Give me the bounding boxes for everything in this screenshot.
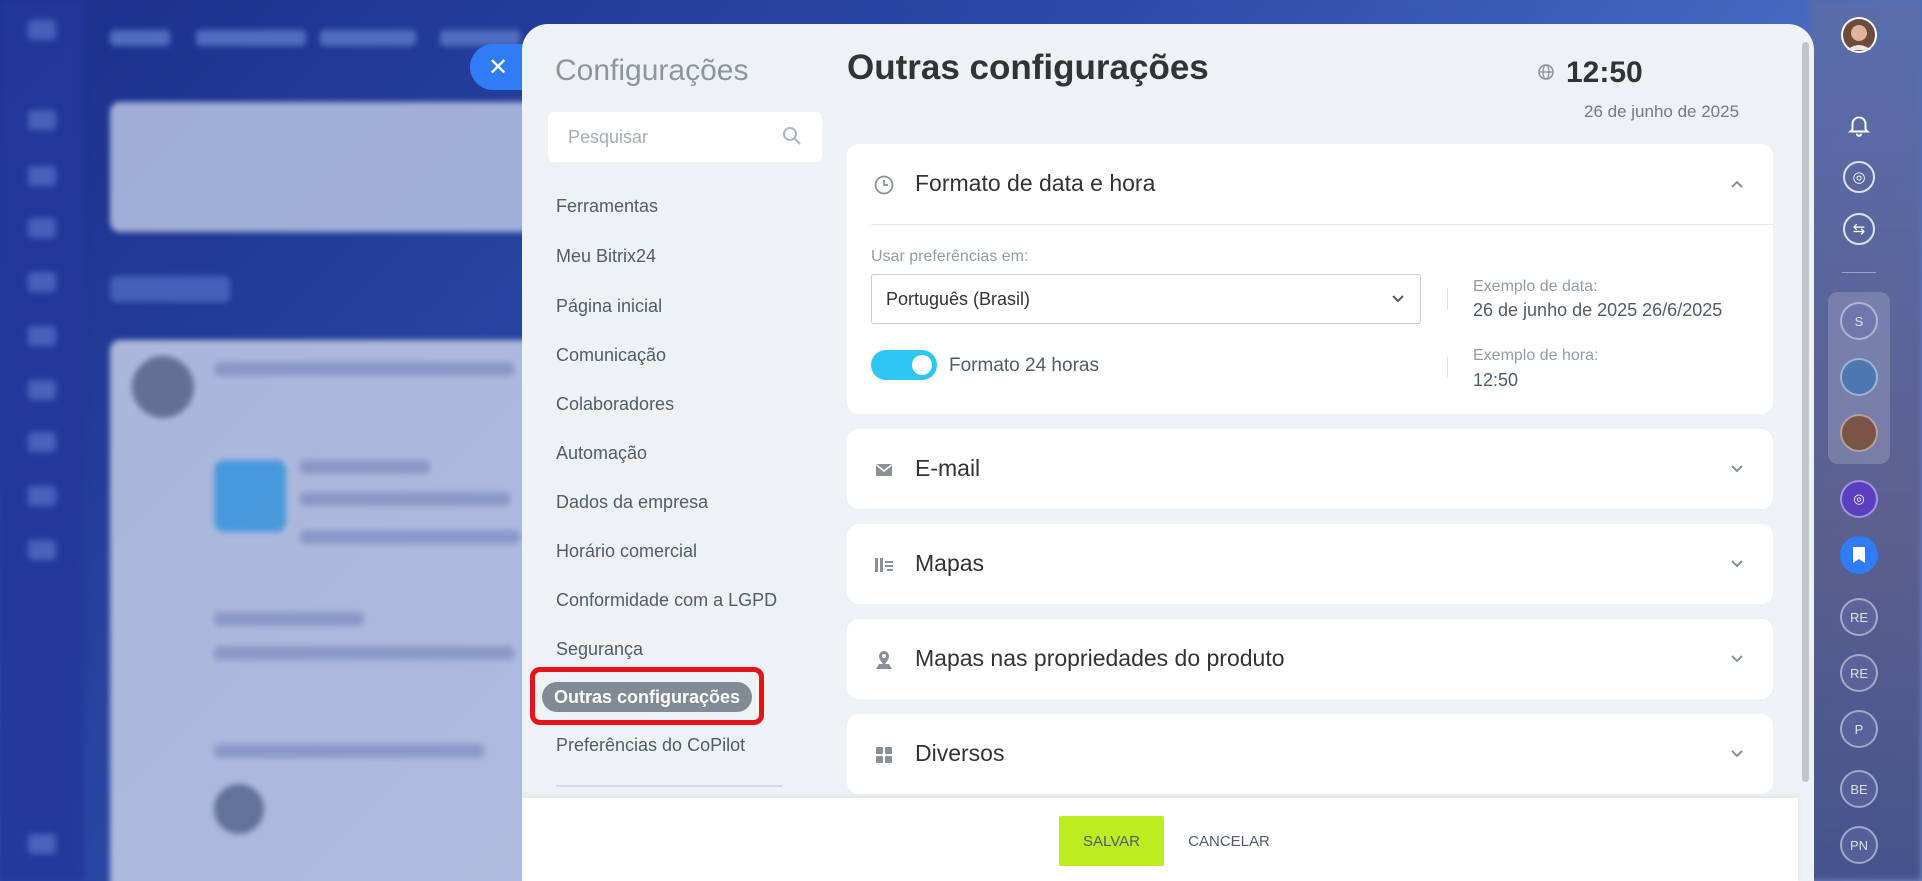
sync-button[interactable]: ⇆ [1840, 210, 1878, 248]
chevron-down-icon [1731, 655, 1743, 663]
section-title: Mapas nas propriedades do produto [915, 645, 1285, 671]
chevron-down-icon [1731, 465, 1743, 473]
user-avatar[interactable] [1840, 16, 1878, 54]
rail-avatar[interactable]: PN [1840, 826, 1878, 864]
language-select[interactable]: Português (Brasil) [871, 274, 1421, 324]
rail-spiral-chat[interactable]: ◎ [1840, 480, 1878, 518]
sidebar-title: Configurações [555, 54, 749, 87]
background-topbar [110, 20, 530, 56]
format-24h-toggle[interactable] [871, 350, 937, 380]
time-example-label: Exemplo de hora: [1473, 347, 1599, 364]
time-example-value: 12:50 [1473, 370, 1519, 390]
background-tabs-card [110, 102, 580, 232]
section-divider [871, 224, 1773, 225]
globe-icon [1538, 64, 1554, 80]
panel-footer: SALVAR CANCELAR [522, 798, 1798, 881]
close-icon: ✕ [488, 53, 509, 81]
maps-section[interactable]: Mapas [847, 524, 1773, 604]
sidebar-item-copilot[interactable]: Preferências do CoPilot [556, 733, 745, 757]
background-feed-title [110, 276, 230, 302]
location-pin-icon [876, 651, 892, 669]
misc-section[interactable]: Diversos [847, 714, 1773, 794]
clock-widget: 12:50 26 de junho de 2025 [1538, 56, 1798, 136]
search-icon[interactable] [782, 126, 802, 146]
spiral-icon: ◎ [1843, 161, 1875, 193]
sidebar-item-meu-bitrix24[interactable]: Meu Bitrix24 [556, 244, 656, 268]
sidebar-item-lgpd[interactable]: Conformidade com a LGPD [556, 588, 777, 612]
email-section[interactable]: E-mail [847, 429, 1773, 509]
save-button[interactable]: SALVAR [1059, 816, 1164, 866]
rail-avatar[interactable]: BE [1840, 770, 1878, 808]
bell-icon [1847, 116, 1871, 137]
language-select-value: Português (Brasil) [886, 289, 1031, 309]
panel-scrollbar[interactable] [1802, 42, 1809, 782]
sidebar-divider [556, 785, 782, 787]
chevron-down-icon [1392, 295, 1404, 303]
settings-panel: Configurações Ferramentas Meu Bitrix24 P… [522, 24, 1814, 881]
product-maps-section[interactable]: Mapas nas propriedades do produto [847, 619, 1773, 699]
sidebar-item-dados-da-empresa[interactable]: Dados da empresa [556, 490, 708, 514]
vertical-separator [1447, 288, 1448, 310]
rail-avatar-image[interactable] [1840, 358, 1878, 396]
section-title: E-mail [915, 455, 981, 481]
sidebar-item-horario-comercial[interactable]: Horário comercial [556, 539, 697, 563]
search-box [548, 112, 822, 162]
toggle-knob [912, 355, 932, 375]
use-prefs-label: Usar preferências em: [871, 248, 1029, 265]
section-title: Mapas [915, 550, 985, 576]
chevron-up-icon [1731, 180, 1743, 188]
page-title: Outras configurações [847, 48, 1209, 87]
sync-icon: ⇆ [1843, 213, 1875, 245]
search-input[interactable] [548, 112, 778, 162]
rail-avatar-user[interactable] [1840, 414, 1878, 452]
sidebar-item-comunicacao[interactable]: Comunicação [556, 343, 666, 367]
sidebar-item-automacao[interactable]: Automação [556, 441, 647, 465]
background-left-menu [0, 0, 84, 881]
section-title: Formato de data e hora [915, 170, 1156, 196]
sidebar-item-colaboradores[interactable]: Colaboradores [556, 392, 674, 416]
section-title: Diversos [915, 740, 1005, 766]
date-time-format-section: Formato de data e hora Usar preferências… [847, 144, 1773, 414]
sidebar-item-seguranca[interactable]: Segurança [556, 637, 643, 661]
envelope-icon [876, 464, 892, 476]
format-24h-label: Formato 24 horas [949, 355, 1099, 376]
user-avatar-image [1841, 17, 1877, 53]
sidebar-item-ferramentas[interactable]: Ferramentas [556, 194, 658, 218]
rail-separator [1842, 272, 1876, 273]
chevron-down-icon [1731, 750, 1743, 758]
clock-icon [874, 175, 894, 195]
rail-avatar[interactable]: RE [1840, 598, 1878, 636]
clock-time: 12:50 [1566, 56, 1643, 89]
settings-sidebar: Configurações Ferramentas Meu Bitrix24 P… [522, 24, 822, 881]
rail-bookmark-chat[interactable] [1840, 536, 1878, 574]
background-post-card [110, 340, 580, 881]
date-example-label: Exemplo de data: [1473, 278, 1598, 295]
map-icon [875, 558, 893, 572]
notifications-button[interactable] [1840, 106, 1878, 144]
background-calendar [214, 460, 286, 532]
date-time-format-header[interactable]: Formato de data e hora [847, 144, 1773, 224]
copilot-button[interactable]: ◎ [1840, 158, 1878, 196]
background-avatar [132, 356, 194, 418]
chevron-down-icon [1731, 560, 1743, 568]
cancel-button[interactable]: CANCELAR [1184, 816, 1274, 866]
bookmark-icon [1853, 547, 1865, 563]
rail-avatar[interactable]: S [1840, 302, 1878, 340]
sidebar-item-pagina-inicial[interactable]: Página inicial [556, 294, 662, 318]
rail-avatar[interactable]: RE [1840, 654, 1878, 692]
spiral-icon: ◎ [1853, 491, 1865, 506]
highlight-annotation [530, 667, 764, 725]
rail-avatar[interactable]: P [1840, 710, 1878, 748]
date-example-value: 26 de junho de 2025 26/6/2025 [1473, 300, 1723, 320]
clock-date: 26 de junho de 2025 [1584, 102, 1740, 121]
grid-icon [876, 747, 892, 763]
vertical-separator [1447, 356, 1448, 378]
